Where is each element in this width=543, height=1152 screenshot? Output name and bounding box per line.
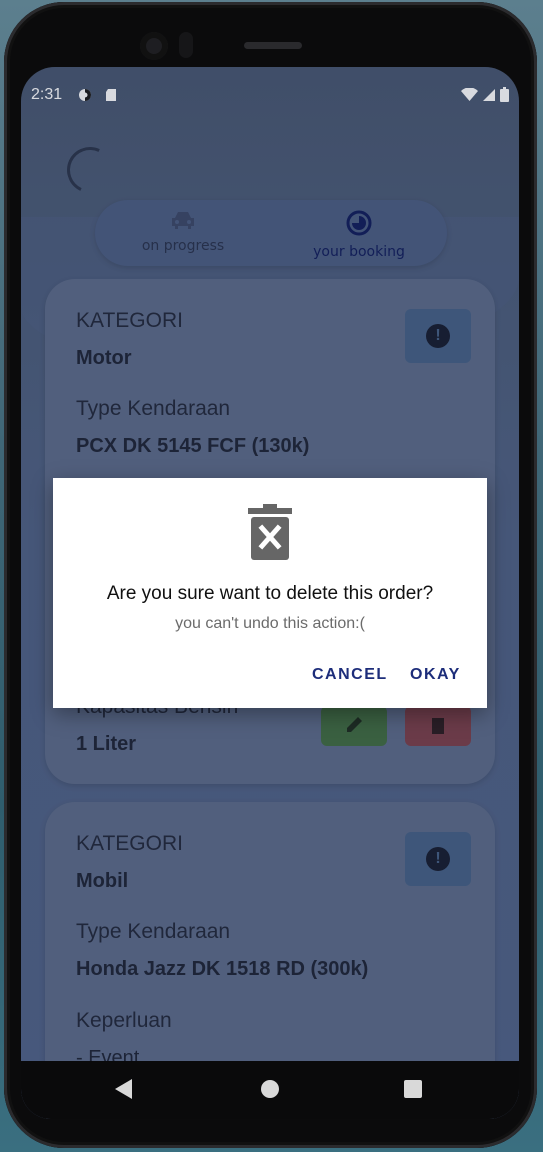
earpiece-speaker xyxy=(244,42,302,49)
okay-button[interactable]: OKAY xyxy=(410,666,461,684)
proximity-sensor xyxy=(179,32,193,58)
system-navigation-bar xyxy=(21,1061,519,1119)
dialog-subtitle: you can't undo this action:( xyxy=(175,615,365,632)
delete-confirm-dialog: Are you sure want to delete this order? … xyxy=(53,478,487,708)
back-icon[interactable] xyxy=(115,1079,132,1099)
dialog-title: Are you sure want to delete this order? xyxy=(106,583,434,604)
app-screen: 2:31 on progress your booking KATEGORI M… xyxy=(21,67,519,1119)
recent-apps-icon[interactable] xyxy=(404,1080,422,1098)
cancel-button[interactable]: CANCEL xyxy=(312,666,388,684)
home-icon[interactable] xyxy=(261,1080,279,1098)
front-camera xyxy=(140,32,168,60)
delete-forever-icon xyxy=(248,504,292,560)
